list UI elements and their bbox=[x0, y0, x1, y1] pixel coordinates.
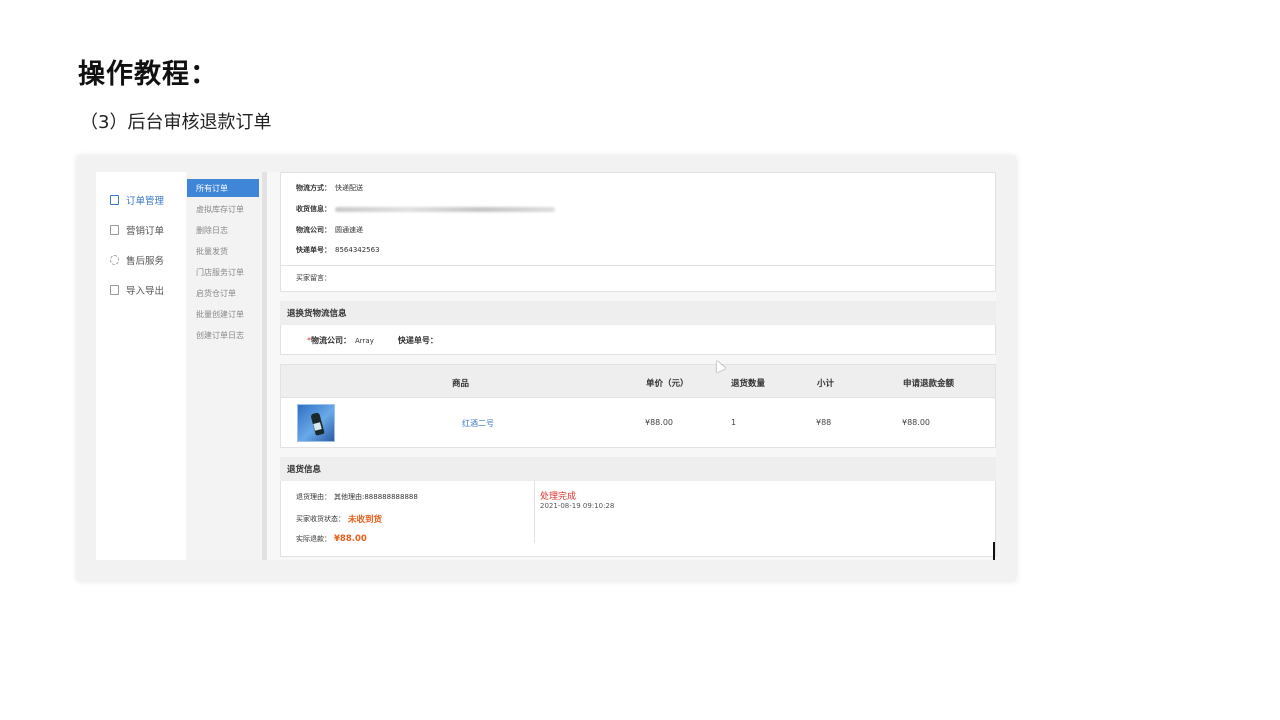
status-badge: 处理完成 bbox=[540, 492, 577, 502]
sidebar-item-import-export[interactable]: 导入导出 bbox=[110, 282, 164, 298]
document-icon bbox=[110, 195, 119, 205]
subnav-item-virtual-stock[interactable]: 虚拟库存订单 bbox=[187, 200, 259, 218]
col-product: 商品 bbox=[452, 379, 470, 389]
sidebar-item-label: 导入导出 bbox=[126, 286, 165, 297]
subnav-item-delete-log[interactable]: 删除日志 bbox=[187, 221, 259, 239]
return-company-value: Array bbox=[355, 336, 374, 345]
return-info-card: 退货理由： 其他理由:888888888888 买家收货状态： 未收到货 实际退… bbox=[280, 481, 996, 557]
logistics-company-value: 圆通速递 bbox=[335, 226, 363, 234]
sidebar: 订单管理 营销订单 售后服务 导入导出 bbox=[96, 172, 186, 560]
shipping-method-row: 物流方式： 快递配送 bbox=[296, 183, 363, 193]
col-refund-amount: 申请退款金额 bbox=[903, 379, 955, 389]
subnav-item-batch-ship[interactable]: 批量发货 bbox=[187, 242, 259, 260]
blurred-address bbox=[335, 206, 555, 212]
document-icon bbox=[110, 225, 119, 235]
return-info-header: 退货信息 bbox=[280, 457, 996, 481]
tracking-number-row: 快递单号： 8564342563 bbox=[296, 245, 380, 255]
product-refund: ¥88.00 bbox=[902, 418, 930, 427]
col-subtotal: 小计 bbox=[817, 379, 835, 389]
receiver-info-row: 收货信息： bbox=[296, 204, 555, 214]
actual-refund-value: ¥88.00 bbox=[334, 534, 367, 544]
shipping-method-label: 物流方式： bbox=[296, 184, 331, 192]
sub-nav: 所有订单 虚拟库存订单 删除日志 批量发货 门店服务订单 启货仓订单 批量创建订… bbox=[187, 172, 261, 560]
return-reason-value: 其他理由:888888888888 bbox=[334, 493, 418, 501]
sidebar-item-label: 售后服务 bbox=[126, 256, 165, 267]
product-price: ¥88.00 bbox=[645, 418, 673, 427]
return-reason-row: 退货理由： 其他理由:888888888888 bbox=[296, 492, 418, 502]
tracking-number-label: 快递单号： bbox=[296, 246, 331, 254]
table-row bbox=[280, 398, 996, 448]
col-unit-price: 单价（元） bbox=[646, 379, 689, 389]
sidebar-item-label: 订单管理 bbox=[126, 196, 165, 207]
col-return-qty: 退货数量 bbox=[731, 379, 766, 389]
product-subtotal: ¥88 bbox=[816, 418, 832, 427]
return-logistics-card: * 物流公司： Array 快递单号： bbox=[280, 325, 996, 355]
sidebar-item-label: 营销订单 bbox=[126, 226, 165, 237]
tracking-number-value: 8564342563 bbox=[335, 246, 380, 254]
headset-icon bbox=[110, 255, 119, 265]
status-timestamp: 2021-08-19 09:10:28 bbox=[540, 502, 615, 510]
buyer-note-label: 买家留言： bbox=[296, 274, 331, 282]
subnav-item-create-log[interactable]: 创建订单日志 bbox=[187, 326, 259, 344]
page-subtitle: （3）后台审核退款订单 bbox=[80, 112, 272, 133]
return-company-label: 物流公司： bbox=[311, 336, 351, 345]
logistics-card: 物流方式： 快递配送 收货信息： 物流公司： 圆通速递 快递单号： 856434… bbox=[280, 172, 996, 292]
return-company-row: * 物流公司： Array 快递单号： bbox=[307, 335, 442, 346]
divider bbox=[534, 481, 535, 543]
return-reason-label: 退货理由： bbox=[296, 493, 331, 501]
logistics-company-label: 物流公司： bbox=[296, 226, 331, 234]
subnav-item-store-service[interactable]: 门店服务订单 bbox=[187, 263, 259, 281]
screenshot-frame: 订单管理 营销订单 售后服务 导入导出 所有订单 虚拟库存订单 删除日志 批量发… bbox=[77, 156, 1016, 581]
product-table-header: 商品 单价（元） 退货数量 小计 申请退款金额 bbox=[280, 364, 996, 398]
sidebar-item-marketing-orders[interactable]: 营销订单 bbox=[110, 222, 164, 238]
order-detail-content: 物流方式： 快递配送 收货信息： 物流公司： 圆通速递 快递单号： 856434… bbox=[280, 172, 996, 560]
actual-refund-label: 实际退款： bbox=[296, 535, 331, 543]
receipt-status-label: 买家收货状态： bbox=[296, 515, 345, 523]
receiver-info-label: 收货信息： bbox=[296, 205, 331, 213]
shipping-method-value: 快递配送 bbox=[335, 184, 363, 192]
subnav-item-batch-create[interactable]: 批量创建订单 bbox=[187, 305, 259, 323]
scroll-divider bbox=[262, 172, 267, 560]
buyer-note-row: 买家留言： bbox=[296, 273, 331, 283]
spreadsheet-icon bbox=[110, 285, 119, 295]
sidebar-item-after-sales[interactable]: 售后服务 bbox=[110, 252, 164, 268]
return-tracking-label: 快递单号： bbox=[397, 336, 438, 345]
product-thumbnail[interactable] bbox=[297, 404, 335, 442]
subnav-item-warehouse-orders[interactable]: 启货仓订单 bbox=[187, 284, 259, 302]
divider bbox=[281, 265, 996, 266]
logistics-company-row: 物流公司： 圆通速递 bbox=[296, 225, 363, 235]
product-qty: 1 bbox=[731, 418, 737, 427]
sidebar-item-order-management[interactable]: 订单管理 bbox=[110, 192, 164, 208]
receipt-status-value: 未收到货 bbox=[348, 515, 383, 525]
page-title: 操作教程： bbox=[78, 59, 218, 90]
actual-refund-row: 实际退款： ¥88.00 bbox=[296, 534, 367, 544]
return-logistics-header: 退换货物流信息 bbox=[280, 301, 996, 325]
receipt-status-row: 买家收货状态： 未收到货 bbox=[296, 513, 382, 525]
scrollbar-thumb[interactable] bbox=[993, 542, 995, 560]
admin-screenshot: 订单管理 营销订单 售后服务 导入导出 所有订单 虚拟库存订单 删除日志 批量发… bbox=[96, 172, 996, 560]
product-name-link[interactable]: 红酒二号 bbox=[462, 418, 494, 429]
subnav-item-all-orders[interactable]: 所有订单 bbox=[187, 179, 259, 197]
